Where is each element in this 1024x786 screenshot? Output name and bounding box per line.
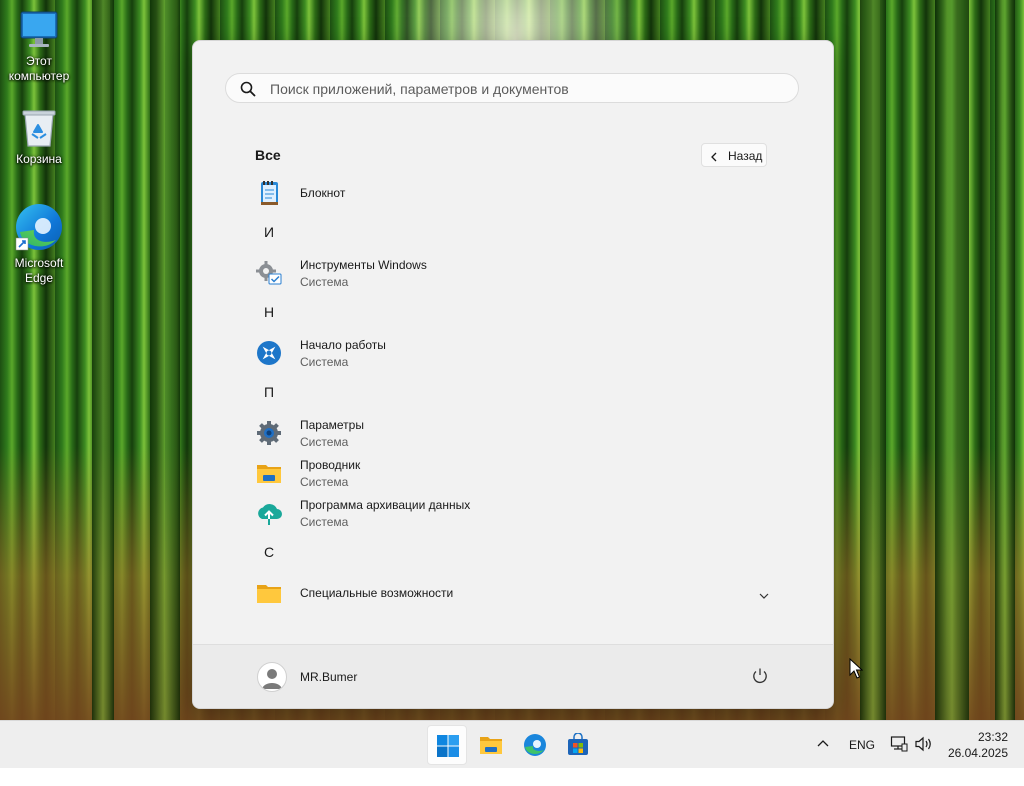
app-item-settings[interactable]: Параметры Система: [249, 415, 779, 451]
app-item-backup[interactable]: Программа архивации данных Система: [249, 495, 779, 531]
app-subtitle: Система: [300, 275, 349, 289]
edge-icon: [523, 733, 547, 757]
group-letter-n[interactable]: Н: [255, 304, 283, 320]
desktop-icon-label: Этот компьютер: [8, 54, 70, 83]
network-icon[interactable]: [890, 735, 908, 783]
windows-start-icon: [436, 734, 460, 758]
app-name: Блокнот: [300, 186, 346, 200]
app-name: Инструменты Windows: [300, 258, 427, 272]
desktop-icon-label: Microsoft Edge: [14, 256, 64, 285]
group-letter-s[interactable]: С: [255, 544, 283, 560]
app-item-get-started[interactable]: Начало работы Система: [249, 335, 779, 371]
back-button[interactable]: Назад: [701, 143, 767, 167]
app-subtitle: Система: [300, 435, 349, 449]
app-subtitle: Система: [300, 475, 349, 489]
desktop-icon-edge[interactable]: Microsoft Edge: [0, 202, 78, 286]
start-button[interactable]: [427, 725, 467, 765]
mouse-cursor-icon: [849, 657, 864, 685]
group-letter-i[interactable]: И: [255, 224, 283, 240]
app-subtitle: Система: [300, 355, 349, 369]
start-menu: Все Назад Блокнот И: [192, 40, 834, 709]
user-avatar[interactable]: [257, 662, 287, 692]
start-menu-footer: MR.Bumer: [193, 644, 833, 708]
section-title: Все: [255, 147, 281, 163]
monitor-icon: [17, 8, 61, 52]
folder-icon: [255, 579, 283, 607]
chevron-up-icon[interactable]: [816, 737, 830, 785]
notepad-icon: [255, 179, 283, 207]
app-item-file-explorer[interactable]: Проводник Система: [249, 455, 779, 491]
backup-icon: [255, 499, 283, 527]
settings-gear-icon: [255, 419, 283, 447]
desktop-icon-label: Корзина: [16, 152, 62, 166]
chevron-down-icon[interactable]: [759, 587, 769, 605]
language-indicator[interactable]: ENG: [849, 738, 875, 786]
clock-date: 26.04.2025: [947, 746, 1008, 760]
wallpaper-detail: [995, 0, 1015, 720]
desktop-icon-this-pc[interactable]: Этот компьютер: [0, 8, 78, 84]
app-name: Параметры: [300, 418, 364, 432]
taskbar-file-explorer[interactable]: [471, 725, 511, 765]
app-name: Начало работы: [300, 338, 386, 352]
app-item-notepad[interactable]: Блокнот: [249, 175, 779, 211]
app-item-windows-tools[interactable]: Инструменты Windows Система: [249, 255, 779, 291]
wallpaper-detail: [935, 0, 969, 720]
app-name: Специальные возможности: [300, 586, 454, 600]
power-icon[interactable]: [749, 665, 771, 687]
volume-icon[interactable]: [914, 735, 934, 783]
group-letter-p[interactable]: П: [255, 384, 283, 400]
desktop-icon-recycle-bin[interactable]: Корзина: [0, 106, 78, 167]
recycle-bin-icon: [17, 106, 61, 150]
wallpaper-detail: [150, 0, 180, 720]
windows-tools-icon: [255, 259, 283, 287]
taskbar: ENG 23:32 26.04.2025: [0, 720, 1024, 768]
chevron-left-icon: [710, 151, 718, 165]
search-icon: [240, 81, 256, 97]
wallpaper-detail: [92, 0, 114, 720]
search-input[interactable]: [268, 78, 772, 100]
taskbar-store[interactable]: [558, 725, 598, 765]
file-explorer-icon: [255, 459, 283, 487]
store-icon: [566, 732, 590, 757]
file-explorer-icon: [479, 733, 503, 757]
get-started-icon: [255, 339, 283, 367]
clock-time: 23:32: [977, 730, 1008, 744]
taskbar-edge[interactable]: [515, 725, 555, 765]
app-subtitle: Система: [300, 515, 349, 529]
app-name: Программа архивации данных: [300, 498, 471, 512]
search-box[interactable]: [225, 73, 799, 103]
back-button-label: Назад: [728, 149, 763, 163]
app-name: Проводник: [300, 458, 361, 472]
edge-icon: [14, 202, 64, 254]
clock[interactable]: 23:32 26.04.2025: [938, 729, 1008, 761]
app-folder-accessibility[interactable]: Специальные возможности: [249, 575, 779, 611]
wallpaper-detail: [860, 0, 886, 720]
user-name[interactable]: MR.Bumer: [300, 670, 357, 684]
